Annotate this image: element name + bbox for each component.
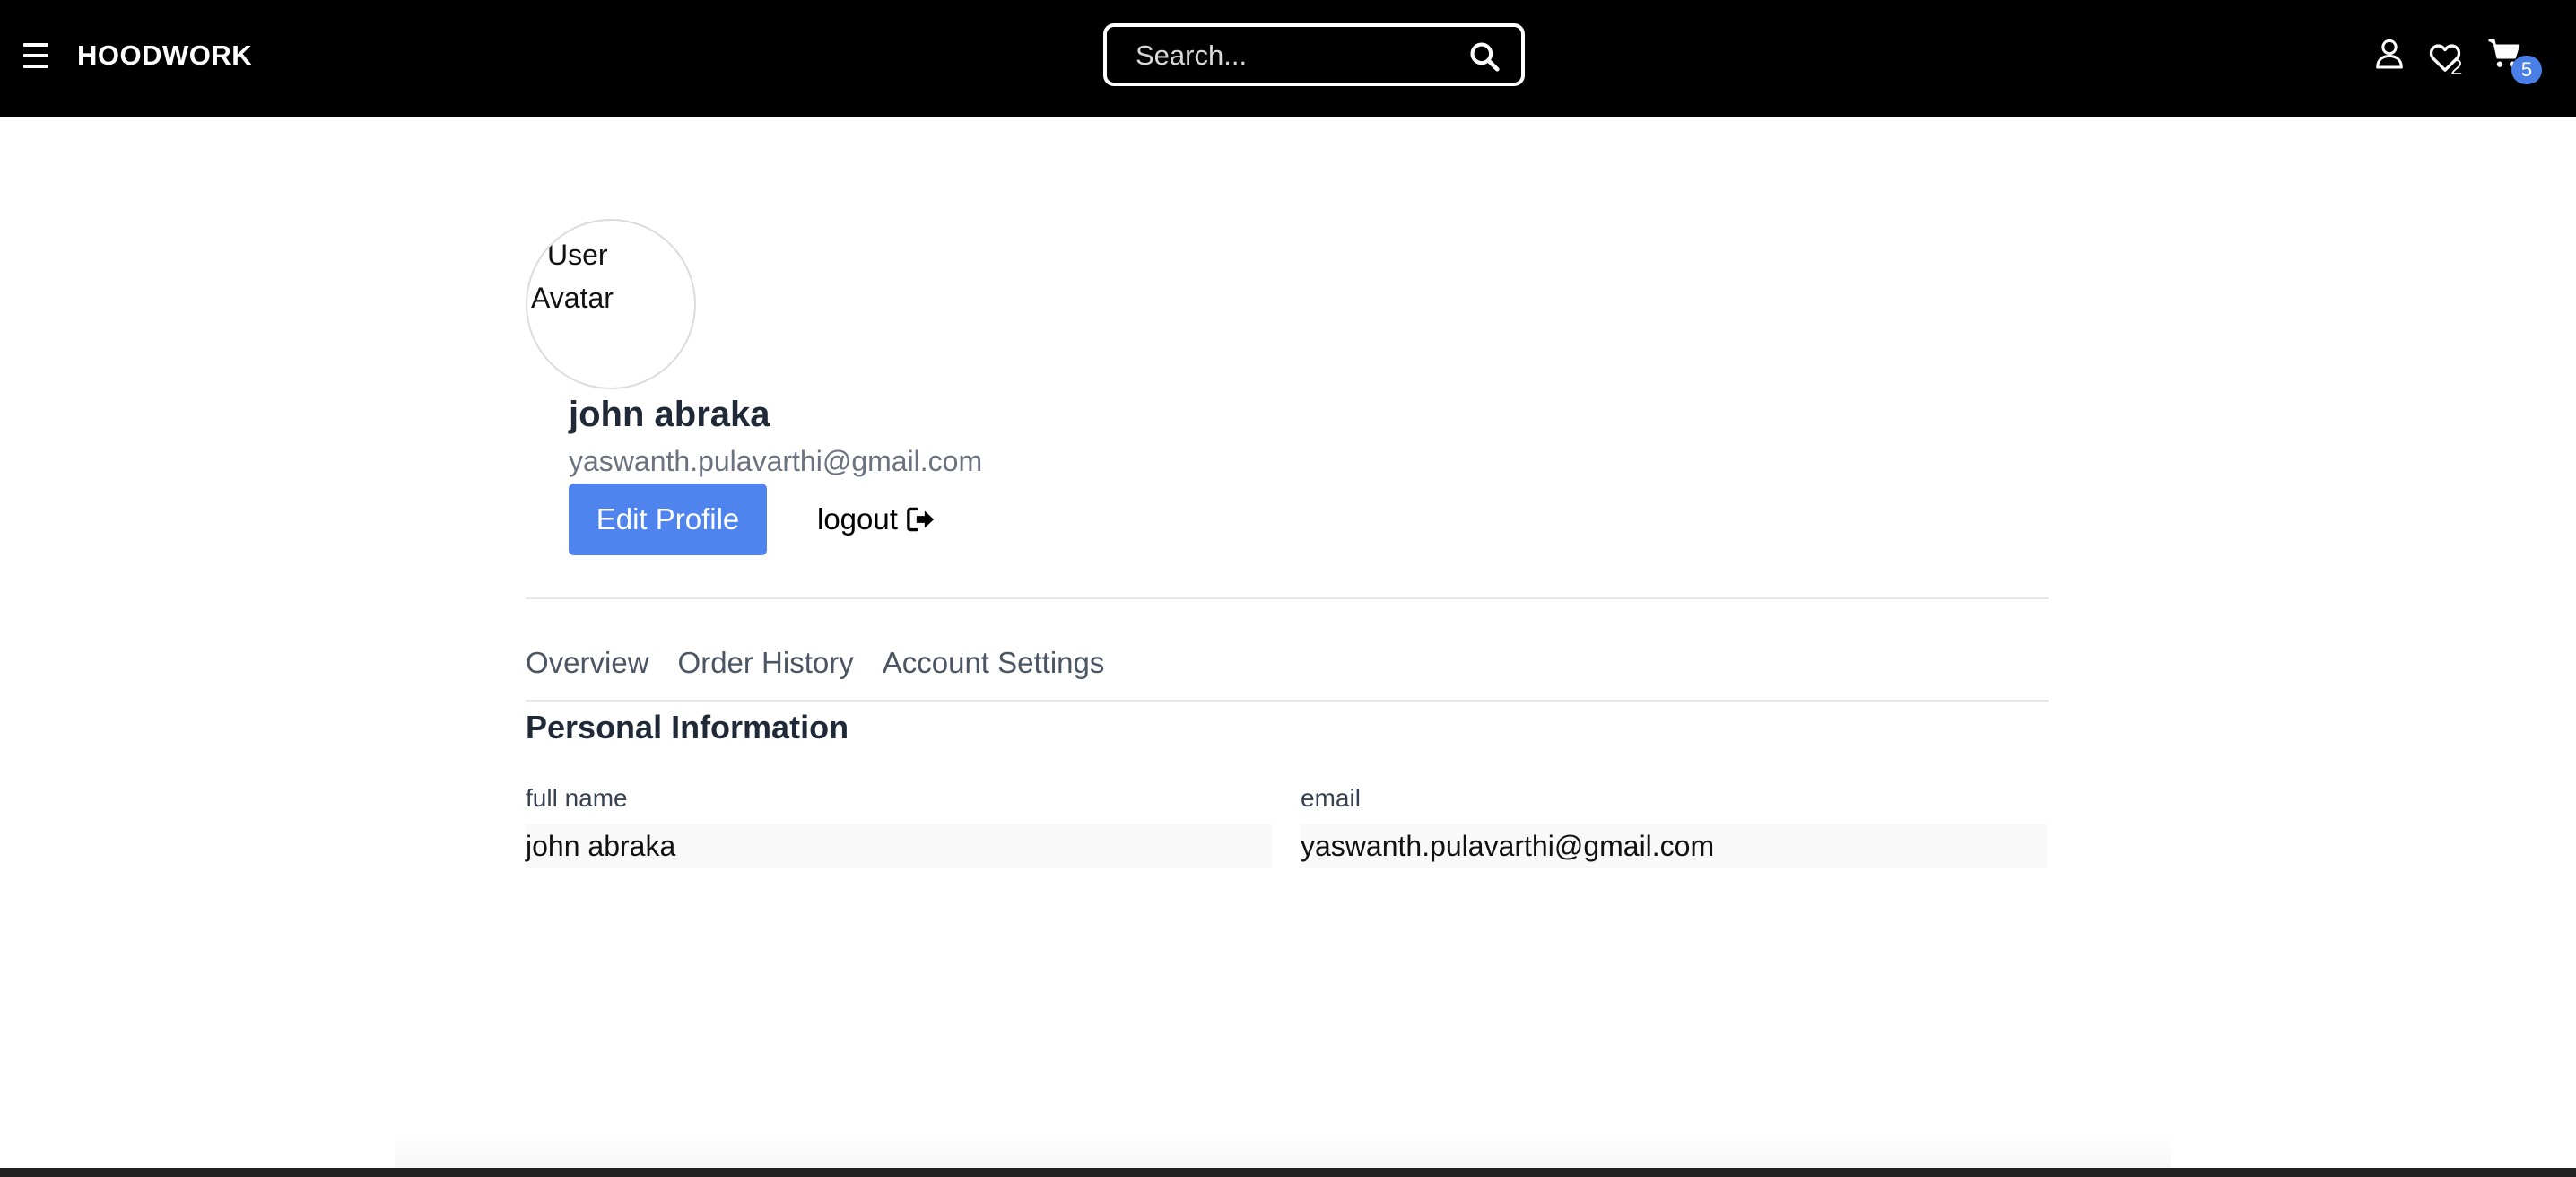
tab-overview[interactable]: Overview bbox=[526, 646, 649, 680]
footer-shadow bbox=[395, 1132, 2171, 1168]
profile-email: yaswanth.pulavarthi@gmail.com bbox=[569, 445, 983, 477]
broken-image-icon bbox=[531, 240, 545, 253]
brand-logo[interactable]: HOODWORK bbox=[77, 39, 252, 72]
logout-icon bbox=[907, 507, 935, 532]
edit-profile-button[interactable]: Edit Profile bbox=[569, 484, 767, 555]
search-box bbox=[1103, 23, 1525, 86]
user-icon[interactable] bbox=[2371, 36, 2407, 72]
cart-count-badge: 5 bbox=[2511, 56, 2542, 84]
footer-bar bbox=[0, 1168, 2576, 1177]
tabs-divider bbox=[526, 700, 2049, 702]
logout-label: logout bbox=[817, 502, 898, 536]
email-value: yaswanth.pulavarthi@gmail.com bbox=[1301, 824, 2047, 868]
avatar: User Avatar bbox=[526, 219, 696, 389]
tab-order-history[interactable]: Order History bbox=[678, 646, 854, 680]
search-icon[interactable] bbox=[1467, 39, 1501, 74]
top-navbar: HOODWORK 2 5 bbox=[0, 0, 2576, 117]
avatar-alt-text: User Avatar bbox=[531, 239, 614, 314]
profile-tabs: Overview Order History Account Settings bbox=[526, 646, 1133, 680]
wishlist-count: 2 bbox=[2450, 56, 2463, 80]
full-name-label: full name bbox=[526, 784, 628, 812]
profile-name: john abraka bbox=[569, 395, 770, 434]
section-title: Personal Information bbox=[526, 709, 849, 745]
email-label: email bbox=[1301, 784, 1361, 812]
logout-button[interactable]: logout bbox=[817, 501, 937, 537]
hamburger-icon[interactable] bbox=[23, 43, 48, 68]
search-input[interactable] bbox=[1134, 36, 1442, 75]
profile-divider bbox=[526, 597, 2049, 599]
tab-account-settings[interactable]: Account Settings bbox=[883, 646, 1105, 680]
full-name-value: john abraka bbox=[526, 824, 1272, 868]
